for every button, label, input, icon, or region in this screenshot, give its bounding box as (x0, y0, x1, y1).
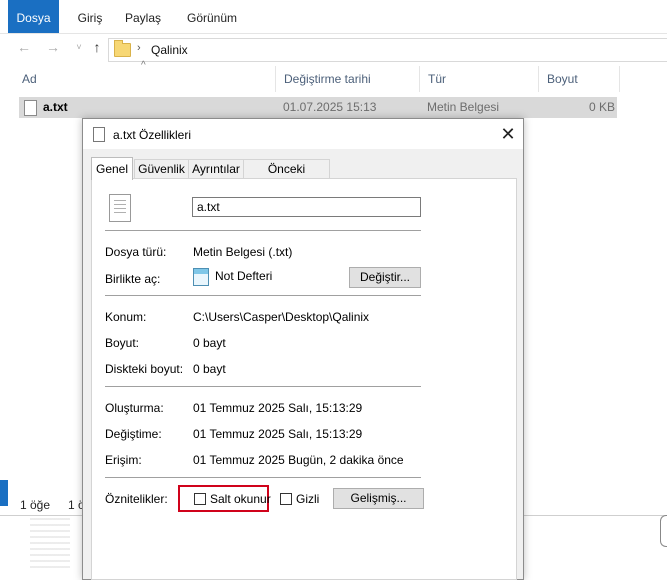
breadcrumb-separator-icon: › (137, 42, 141, 54)
notepad-icon (193, 268, 209, 286)
separator (105, 295, 421, 296)
file-name: a.txt (43, 100, 68, 114)
file-row[interactable]: a.txt 01.07.2025 15:13 Metin Belgesi 0 K… (19, 97, 617, 118)
open-with-value: Not Defteri (215, 269, 273, 283)
hidden-checkbox[interactable] (280, 493, 292, 505)
status-bar: 1 öğe 1 ö (0, 496, 90, 514)
tab-details[interactable]: Ayrıntılar (188, 159, 244, 179)
close-icon[interactable]: ✕ (493, 123, 523, 145)
created-value: 01 Temmuz 2025 Salı, 15:13:29 (193, 401, 363, 415)
attributes-label: Öznitelikler: (105, 492, 168, 506)
accessed-label: Erişim: (105, 453, 142, 467)
breadcrumb-folder[interactable]: Qalinix (151, 43, 188, 57)
file-type-label: Dosya türü: (105, 245, 167, 259)
size-value: 0 bayt (193, 336, 226, 350)
background-window-edge (660, 515, 667, 547)
dialog-tabs: Genel Güvenlik Ayrıntılar Önceki Sürümle… (88, 157, 518, 195)
readonly-label[interactable]: Salt okunur (210, 492, 271, 506)
ribbon-tabs: Dosya Giriş Paylaş Görünüm (0, 0, 667, 34)
tab-general[interactable]: Genel (91, 157, 133, 180)
size-label: Boyut: (105, 336, 140, 350)
readonly-checkbox[interactable] (194, 493, 206, 505)
tab-security[interactable]: Güvenlik (134, 159, 189, 179)
location-value: C:\Users\Casper\Desktop\Qalinix (193, 310, 370, 324)
file-date: 01.07.2025 15:13 (283, 100, 377, 114)
modified-label: Değiştime: (105, 427, 162, 441)
column-header-type[interactable]: Tür (420, 66, 539, 92)
text-file-icon (93, 127, 105, 142)
dialog-title-bar[interactable]: a.txt Özellikleri ✕ (83, 119, 523, 149)
tab-previous-versions[interactable]: Önceki Sürümler (243, 159, 330, 195)
advanced-button[interactable]: Gelişmiş... (333, 488, 424, 509)
change-button[interactable]: Değiştir... (349, 267, 421, 288)
size-on-disk-value: 0 bayt (193, 362, 226, 376)
properties-dialog: a.txt Özellikleri ✕ Genel Güvenlik Ayrın… (82, 118, 524, 580)
address-bar[interactable]: › Qalinix (108, 38, 667, 62)
file-type: Metin Belgesi (427, 100, 500, 114)
address-row: ← → ˅ ↑ › Qalinix (0, 34, 667, 62)
separator (105, 386, 421, 387)
file-type-value: Metin Belgesi (.txt) (193, 245, 293, 259)
column-header-date[interactable]: Değiştirme tarihi (276, 66, 420, 92)
location-label: Konum: (105, 310, 147, 324)
back-arrow-icon[interactable]: ← (15, 38, 33, 56)
text-file-icon (109, 194, 131, 222)
size-on-disk-label: Diskteki boyut: (105, 362, 184, 376)
text-file-icon (24, 100, 37, 116)
filename-input[interactable] (192, 197, 421, 217)
recent-locations-chevron-icon[interactable]: ˅ (70, 38, 88, 56)
up-arrow-icon[interactable]: ↑ (88, 38, 106, 56)
hidden-label[interactable]: Gizli (296, 492, 319, 506)
general-tab-panel: Dosya türü: Metin Belgesi (.txt) Birlikt… (91, 178, 517, 580)
ribbon-tab-home[interactable]: Giriş (70, 0, 110, 33)
separator (105, 477, 421, 478)
status-item-count: 1 öğe (20, 498, 51, 512)
file-size: 0 KB (589, 100, 616, 114)
ribbon-tab-file[interactable]: Dosya (8, 0, 59, 33)
ribbon-tab-view[interactable]: Görünüm (180, 0, 244, 33)
created-label: Oluşturma: (105, 401, 164, 415)
modified-value: 01 Temmuz 2025 Salı, 15:13:29 (193, 427, 363, 441)
column-header-size[interactable]: Boyut (539, 66, 620, 92)
column-headers: Ad Değiştirme tarihi Tür Boyut (14, 66, 620, 92)
accessed-value: 01 Temmuz 2025 Bugün, 2 dakika önce (193, 453, 404, 467)
forward-arrow-icon[interactable]: → (44, 38, 62, 56)
open-with-label: Birlikte aç: (105, 272, 161, 286)
background-thumbnail (30, 518, 70, 568)
folder-icon (114, 40, 131, 57)
column-header-name[interactable]: Ad (14, 66, 276, 92)
ribbon-tab-share[interactable]: Paylaş (120, 0, 166, 33)
dialog-title: a.txt Özellikleri (113, 128, 192, 142)
separator (105, 230, 421, 231)
